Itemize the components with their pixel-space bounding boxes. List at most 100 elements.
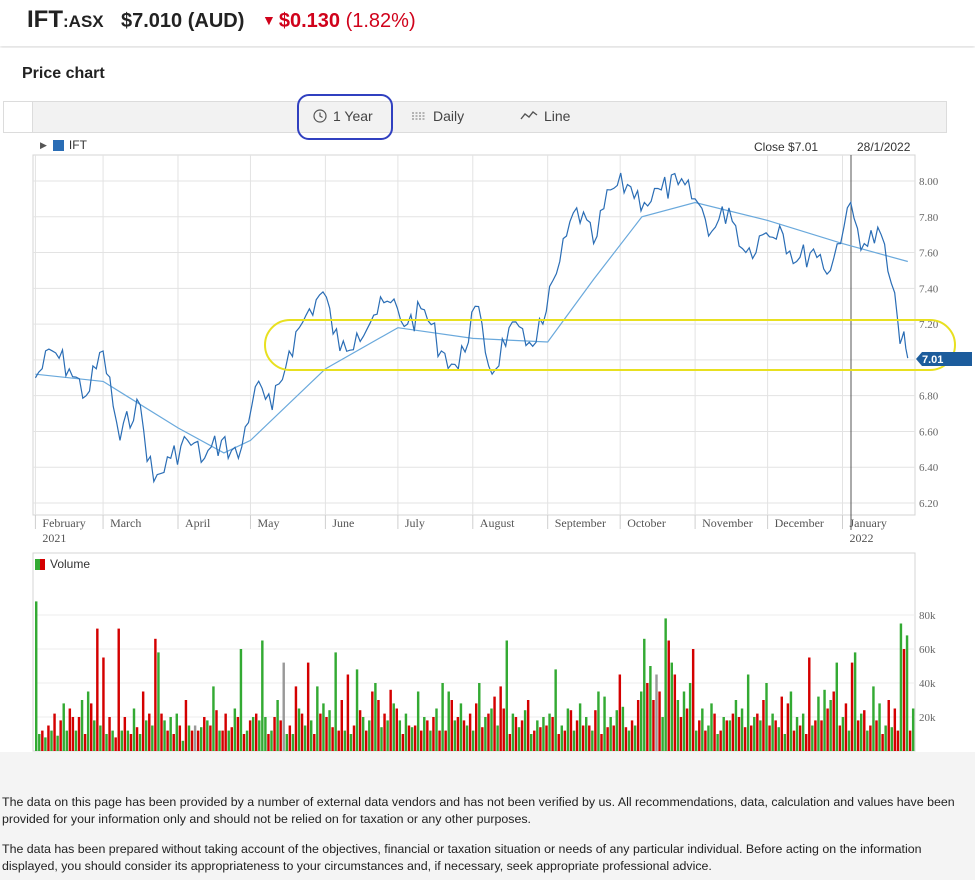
volume-bar	[734, 700, 738, 751]
volume-bar	[704, 730, 707, 751]
volume-bar	[530, 734, 533, 751]
disclaimer-paragraph-2: The data has been prepared without takin…	[2, 842, 922, 873]
volume-bar	[450, 700, 453, 751]
volume-bar	[563, 730, 567, 751]
volume-bar	[151, 725, 154, 751]
volume-bar	[548, 713, 551, 751]
volume-bar	[630, 720, 634, 751]
volume-bar	[792, 730, 796, 751]
volume-bar	[829, 700, 832, 751]
volume-bar	[844, 703, 848, 751]
volume-bar	[141, 691, 145, 751]
volume-bar	[407, 725, 411, 751]
volume-bar	[801, 713, 805, 751]
volume-bar	[132, 708, 136, 751]
volume-bar	[661, 717, 664, 751]
volume-bar	[203, 717, 206, 751]
volume-bar	[193, 725, 197, 751]
volume-bar	[771, 713, 774, 751]
volume-bar	[811, 725, 814, 751]
volume-bar	[490, 708, 493, 751]
volume-bar	[328, 710, 331, 751]
volume-bar	[887, 700, 890, 751]
price-x-tick: July	[405, 516, 425, 530]
volume-bar	[725, 720, 728, 751]
price-y-tick: 6.60	[919, 426, 939, 438]
price-x-tick: June	[332, 516, 354, 530]
volume-bar	[881, 734, 884, 751]
volume-bar	[365, 730, 368, 751]
volume-bar	[667, 640, 670, 751]
price-x-tick: January	[850, 516, 887, 530]
volume-bar	[475, 703, 478, 751]
volume-bar	[588, 725, 591, 751]
volume-bar	[62, 703, 65, 751]
volume-bar	[847, 730, 851, 751]
volume-bar	[869, 725, 872, 751]
volume-bar	[420, 730, 423, 751]
volume-bar	[478, 683, 481, 751]
price-y-tick: 7.40	[919, 283, 939, 295]
volume-swatch	[35, 558, 45, 570]
price-y-tick: 8.00	[919, 176, 939, 188]
volume-bar	[123, 717, 127, 751]
volume-bar	[520, 720, 524, 751]
volume-bar	[435, 708, 438, 751]
price-x-axis: February2021 March April May June July August S…	[34, 515, 887, 545]
volume-bar	[148, 713, 151, 751]
volume-bar	[279, 720, 282, 751]
volume-bar	[860, 713, 863, 751]
volume-bar	[53, 713, 56, 751]
volume-bar	[138, 734, 142, 751]
volume-bar	[163, 720, 166, 751]
volume-bar	[398, 720, 402, 751]
volume-bar	[713, 713, 716, 751]
volume-bar	[276, 700, 279, 751]
volume-bar	[285, 734, 288, 751]
volume-bar	[893, 708, 897, 751]
volume-bar	[612, 725, 615, 751]
volume-bar	[426, 720, 429, 751]
volume-bar	[817, 696, 820, 751]
volume-bar	[664, 618, 667, 751]
volume-bar	[74, 730, 78, 751]
price-x-tick: September	[555, 516, 606, 530]
volume-label: Volume	[50, 557, 91, 571]
volume-bar	[655, 674, 658, 751]
volume-bar	[413, 725, 417, 751]
volume-bar	[102, 657, 105, 751]
volume-bar	[267, 734, 270, 751]
volume-y-tick: 60k	[919, 644, 936, 656]
volume-bar	[184, 700, 188, 751]
volume-bar	[911, 708, 915, 751]
volume-bar	[835, 662, 838, 751]
volume-bar	[591, 730, 594, 751]
last-price-marker: 7.01	[916, 352, 972, 366]
volume-bar	[361, 717, 365, 751]
volume-bar	[432, 717, 435, 751]
volume-bar	[646, 683, 649, 751]
volume-bar	[224, 713, 227, 751]
volume-bar	[594, 710, 597, 751]
volume-bar	[496, 725, 499, 751]
volume-bar	[334, 652, 337, 751]
volume-bar	[374, 683, 377, 751]
volume-bar	[273, 717, 276, 751]
volume-bar	[743, 727, 747, 751]
volume-bar	[746, 674, 750, 751]
volume-bar	[572, 730, 576, 751]
volume-bar	[35, 601, 38, 751]
volume-bar	[206, 720, 209, 751]
volume-bar	[352, 725, 356, 751]
volume-bar	[401, 734, 405, 751]
volume-bar	[316, 686, 319, 751]
volume-bar	[90, 703, 93, 751]
volume-bar	[502, 708, 505, 751]
volume-bar	[575, 720, 579, 751]
volume-bar	[722, 717, 725, 751]
volume-bar	[658, 691, 661, 751]
volume-bar	[355, 669, 359, 751]
volume-bar	[145, 720, 148, 751]
volume-bar	[783, 734, 787, 751]
volume-bar	[820, 720, 823, 751]
